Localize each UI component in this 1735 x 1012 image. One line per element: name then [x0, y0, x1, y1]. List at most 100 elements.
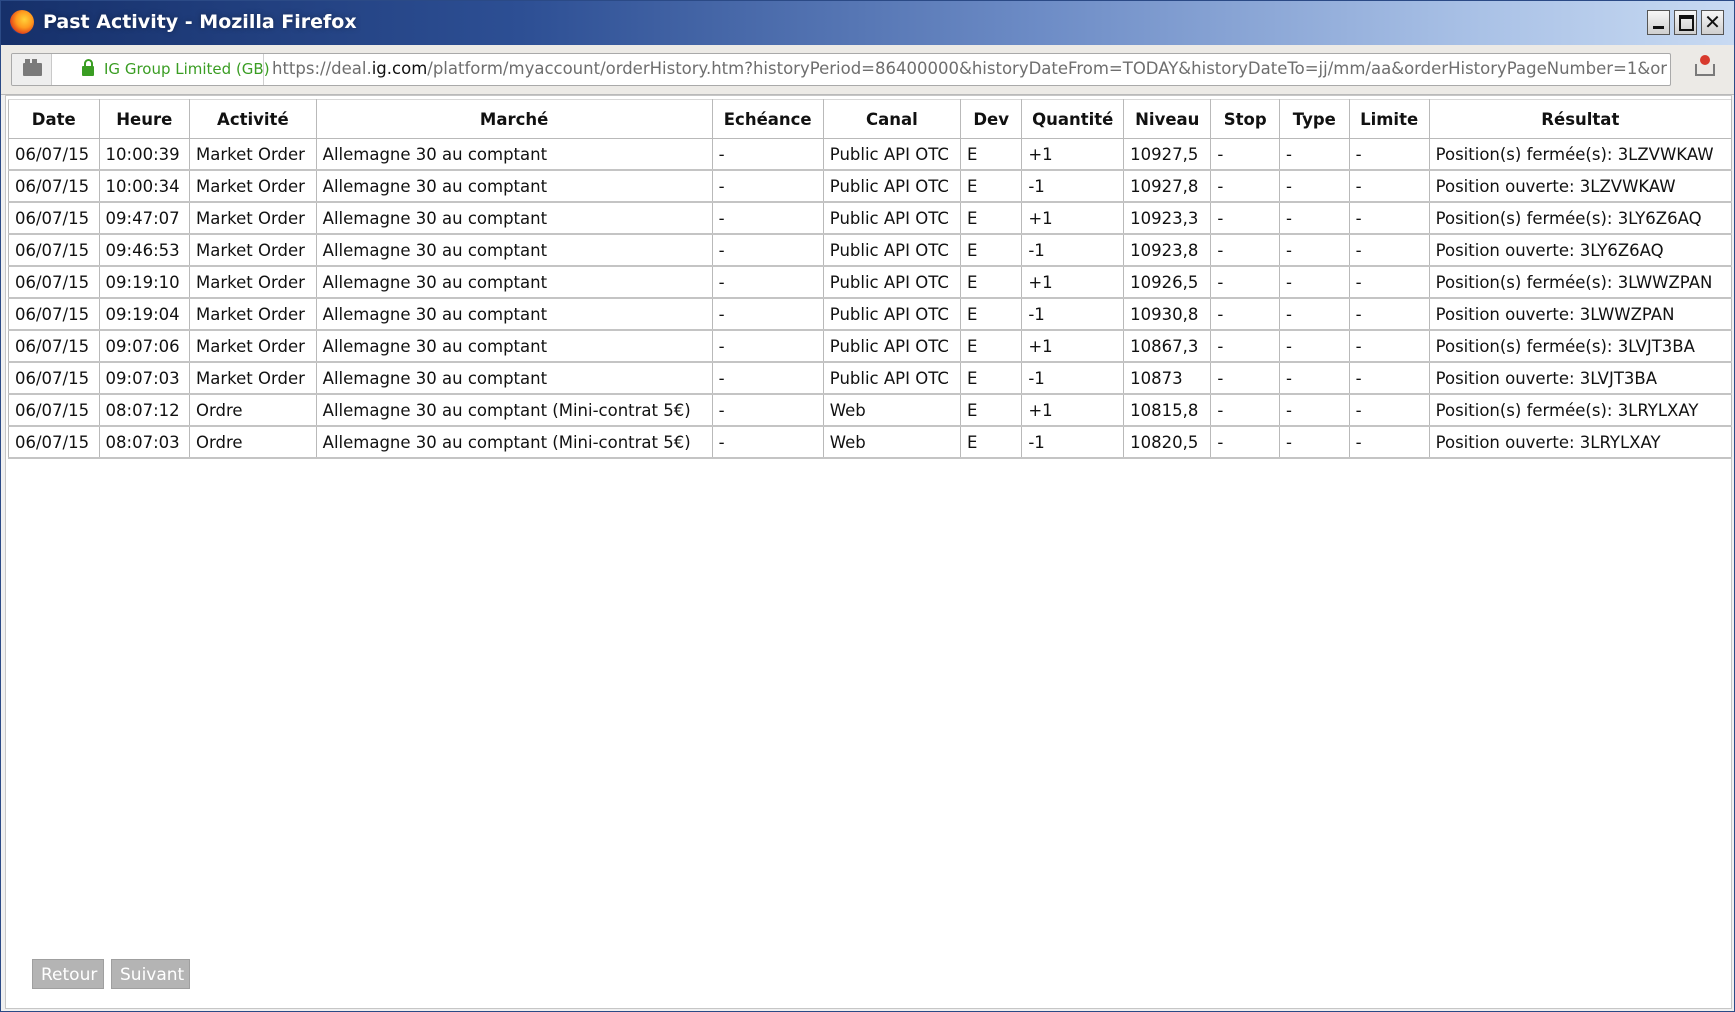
table-cell: Position ouverte: 3LY6Z6AQ: [1428, 233, 1733, 267]
table-cell: -1: [1021, 233, 1125, 267]
url-input[interactable]: https://deal.ig.com/platform/myaccount/o…: [272, 59, 1667, 78]
table-row[interactable]: 06/07/15 09:07:03 Market Order Allemagne 30…: [8, 361, 1733, 395]
table-cell: 06/07/15: [8, 329, 100, 363]
minimize-button[interactable]: [1647, 10, 1670, 35]
table-cell: Public API OTC: [822, 329, 962, 363]
table-cell: Allemagne 30 au comptant: [315, 233, 713, 267]
site-identity[interactable]: IG Group Limited (GB): [52, 54, 270, 85]
table-cell: 06/07/15: [8, 233, 100, 267]
table-cell: Market Order: [189, 265, 317, 299]
table-cell: -: [711, 329, 824, 363]
url-bar[interactable]: IG Group Limited (GB) https://deal.ig.co…: [11, 53, 1671, 86]
table-row[interactable]: 06/07/15 08:07:03 Ordre Allemagne 30 au com…: [8, 425, 1733, 459]
table-cell: +1: [1021, 201, 1125, 235]
table-cell: -: [1210, 138, 1280, 171]
navigation-bar: IG Group Limited (GB) https://deal.ig.co…: [1, 45, 1734, 95]
table-cell: -: [1348, 361, 1430, 395]
table-cell: +1: [1021, 265, 1125, 299]
table-cell: -: [1210, 425, 1280, 459]
table-cell: Market Order: [189, 233, 317, 267]
table-cell: 08:07:03: [98, 425, 191, 459]
previous-page-button[interactable]: Retour: [32, 959, 104, 989]
close-button[interactable]: ✕: [1701, 10, 1724, 35]
column-header[interactable]: Date: [8, 99, 100, 139]
table-cell: -: [1348, 425, 1430, 459]
table-cell: -: [1348, 138, 1430, 171]
notification-badge-icon[interactable]: [1693, 55, 1717, 81]
table-cell: Position ouverte: 3LWWZPAN: [1428, 297, 1733, 331]
table-cell: E: [960, 169, 1023, 203]
maximize-button[interactable]: [1674, 10, 1697, 35]
table-cell: -: [1279, 169, 1350, 203]
table-body: 06/07/15 10:00:39 Market Order Allemagne 30…: [8, 138, 1733, 459]
column-header[interactable]: Limite: [1348, 99, 1430, 139]
table-cell: E: [960, 233, 1023, 267]
column-header[interactable]: Stop: [1210, 99, 1280, 139]
table-cell: 10873: [1123, 361, 1212, 395]
table-cell: E: [960, 329, 1023, 363]
title-bar[interactable]: Past Activity - Mozilla Firefox ✕: [1, 1, 1734, 45]
column-header[interactable]: Niveau: [1123, 99, 1212, 139]
table-row[interactable]: 06/07/15 09:07:06 Market Order Allemagne 30…: [8, 329, 1733, 363]
table-cell: Market Order: [189, 138, 317, 171]
table-cell: -: [1210, 297, 1280, 331]
table-cell: Public API OTC: [822, 233, 962, 267]
table-cell: Public API OTC: [822, 169, 962, 203]
column-header[interactable]: Dev: [960, 99, 1023, 139]
column-header[interactable]: Canal: [822, 99, 962, 139]
table-cell: Allemagne 30 au comptant: [315, 138, 713, 171]
column-header[interactable]: Heure: [98, 99, 191, 139]
table-cell: -: [1279, 297, 1350, 331]
table-cell: -: [1348, 297, 1430, 331]
table-cell: Allemagne 30 au comptant: [315, 265, 713, 299]
table-cell: -1: [1021, 297, 1125, 331]
lock-icon: [82, 59, 94, 76]
table-row[interactable]: 06/07/15 08:07:12 Ordre Allemagne 30 au com…: [8, 393, 1733, 427]
table-cell: E: [960, 138, 1023, 171]
table-cell: -: [711, 393, 824, 427]
table-row[interactable]: 06/07/15 09:19:10 Market Order Allemagne 30…: [8, 265, 1733, 299]
table-cell: Position ouverte: 3LVJT3BA: [1428, 361, 1733, 395]
table-cell: 10:00:39: [98, 138, 191, 171]
column-header[interactable]: Activité: [189, 99, 317, 139]
table-cell: 10927,8: [1123, 169, 1212, 203]
table-row[interactable]: 06/07/15 09:46:53 Market Order Allemagne 30…: [8, 233, 1733, 267]
column-header[interactable]: Résultat: [1428, 99, 1733, 139]
tab-groups-button[interactable]: [12, 54, 52, 85]
table-cell: -: [711, 233, 824, 267]
site-identity-label: IG Group Limited (GB): [104, 60, 270, 78]
table-cell: Ordre: [189, 425, 317, 459]
table-cell: -: [711, 361, 824, 395]
table-cell: Market Order: [189, 297, 317, 331]
table-cell: Position(s) fermée(s): 3LVJT3BA: [1428, 329, 1733, 363]
column-header[interactable]: Echéance: [711, 99, 824, 139]
next-page-button[interactable]: Suivant: [111, 959, 190, 989]
table-cell: -: [1279, 425, 1350, 459]
table-cell: E: [960, 265, 1023, 299]
table-cell: E: [960, 425, 1023, 459]
table-cell: Position(s) fermée(s): 3LY6Z6AQ: [1428, 201, 1733, 235]
firefox-logo-icon: [10, 10, 34, 34]
table-cell: -: [1279, 138, 1350, 171]
browser-window: Past Activity - Mozilla Firefox ✕ IG Gro…: [0, 0, 1735, 1012]
table-cell: Public API OTC: [822, 361, 962, 395]
table-cell: Allemagne 30 au comptant: [315, 201, 713, 235]
table-cell: Position ouverte: 3LRYLXAY: [1428, 425, 1733, 459]
table-cell: +1: [1021, 138, 1125, 171]
table-cell: -1: [1021, 169, 1125, 203]
column-header[interactable]: Quantité: [1021, 99, 1125, 139]
table-cell: 08:07:12: [98, 393, 191, 427]
table-cell: -: [711, 138, 824, 171]
table-cell: 06/07/15: [8, 361, 100, 395]
table-cell: Allemagne 30 au comptant: [315, 329, 713, 363]
table-row[interactable]: 06/07/15 09:19:04 Market Order Allemagne 30…: [8, 297, 1733, 331]
table-cell: Public API OTC: [822, 201, 962, 235]
column-header[interactable]: Marché: [315, 99, 713, 139]
table-row[interactable]: 06/07/15 10:00:39 Market Order Allemagne 30…: [8, 138, 1733, 171]
column-header[interactable]: Type: [1279, 99, 1350, 139]
table-cell: -: [1348, 265, 1430, 299]
table-cell: 09:46:53: [98, 233, 191, 267]
table-cell: Position(s) fermée(s): 3LZVWKAW: [1428, 138, 1733, 171]
table-row[interactable]: 06/07/15 10:00:34 Market Order Allemagne 30…: [8, 169, 1733, 203]
table-row[interactable]: 06/07/15 09:47:07 Market Order Allemagne 30…: [8, 201, 1733, 235]
